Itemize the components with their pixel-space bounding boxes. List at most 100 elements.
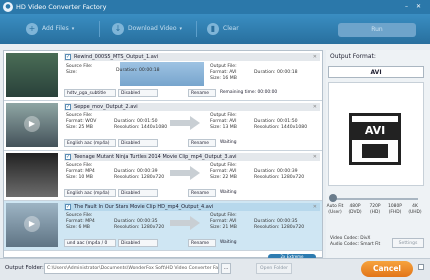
status-text: Waiting xyxy=(220,190,237,195)
download-icon: ↓ xyxy=(112,22,124,35)
output-details: Duration: 00:01:50 Resolution: 1440x1080 xyxy=(254,119,308,130)
rename-button[interactable]: Rename xyxy=(188,89,216,97)
toolbar-divider xyxy=(196,21,197,37)
file-name: Seppe_mov_Output_2.avi xyxy=(74,104,138,110)
source-details: Duration: 00:01:50 Resolution: 1440x1080 xyxy=(114,119,168,130)
codec-info: Video Codec: DivX Audio Codec: Smart Fit xyxy=(330,236,381,247)
output-format-panel: Output Format: AVI AVI Auto Fit (User) 4… xyxy=(326,50,430,258)
file-name: Rewind_000S5_MTS_Output_1.avi xyxy=(74,54,159,60)
convert-arrow-icon xyxy=(170,116,200,130)
avi-format-icon: AVI xyxy=(349,113,401,165)
output-folder-field[interactable]: C:\Users\Administrator\Documents\WonderF… xyxy=(44,263,219,274)
source-details: Duration: 00:00:39 Resolution: 1280x720 xyxy=(114,169,165,180)
rename-button[interactable]: Rename xyxy=(188,139,216,147)
video-thumbnail xyxy=(6,153,58,197)
subtitle-dropdown[interactable]: English aac (mp4a) xyxy=(64,189,116,197)
output-info: Output File: Format: AVI Size: 21 MB xyxy=(210,213,237,230)
add-files-button[interactable]: + Add Files ▾ xyxy=(26,21,74,37)
quality-tick-auto[interactable]: Auto Fit (User) xyxy=(326,204,344,216)
file-name: Teenage Mutant Ninja Turtles 2014 Movie … xyxy=(74,154,237,160)
list-item[interactable]: ▶ ✓ Seppe_mov_Output_2.avi ✕ Source File… xyxy=(4,101,322,151)
file-name-bar: ✓ The Fault In Our Stars Movie Clip HD_m… xyxy=(64,203,320,211)
source-info: Source File: Format: MP4 Size: 10 MB xyxy=(66,163,95,180)
conversion-progress xyxy=(120,62,204,86)
output-duration: Duration: 00:00:18 xyxy=(254,70,298,75)
quality-tick-480p[interactable]: 480P (DVD) xyxy=(346,204,364,216)
video-thumbnail xyxy=(6,53,58,97)
quality-tick-1080p[interactable]: 1080P (FHD) xyxy=(386,204,404,216)
convert-arrow-icon xyxy=(170,216,200,230)
toolbar-divider xyxy=(99,21,100,37)
add-file-icon: + xyxy=(26,22,38,35)
quality-tick-4k[interactable]: 4K (UHD) xyxy=(406,204,424,216)
video-thumbnail: ▶ xyxy=(6,103,58,147)
convert-arrow-icon xyxy=(170,166,200,180)
cancel-button[interactable]: Cancel xyxy=(361,261,413,277)
audio-dropdown[interactable]: Disabled xyxy=(118,239,158,247)
remove-icon[interactable]: ✕ xyxy=(313,53,317,61)
subtitle-dropdown[interactable]: und aac (mp4a / 0 xyxy=(64,239,116,247)
bottom-bar: Output Folder: C:\Users\Administrator\Do… xyxy=(0,258,430,280)
title-bar: ● HD Video Converter Factory – ✕ xyxy=(0,0,430,14)
item-checkbox[interactable]: ✓ xyxy=(65,54,71,60)
audio-dropdown[interactable]: Disabled xyxy=(118,189,158,197)
quality-slider[interactable] xyxy=(332,198,418,200)
output-folder-label: Output Folder: xyxy=(5,265,44,271)
file-name-bar: ✓ Rewind_000S5_MTS_Output_1.avi ✕ xyxy=(64,53,320,61)
output-info: Output File: Format: AVI Size: 13 MB xyxy=(210,113,237,130)
film-icon xyxy=(362,144,388,158)
minimize-icon[interactable]: – xyxy=(402,3,411,11)
quality-slider-handle[interactable] xyxy=(329,194,337,202)
file-name: The Fault In Our Stars Movie Clip HD_mp4… xyxy=(74,204,214,210)
open-folder-button[interactable]: Open Folder xyxy=(256,263,292,274)
close-icon[interactable]: ✕ xyxy=(414,3,423,11)
app-title: HD Video Converter Factory xyxy=(16,3,107,11)
play-icon[interactable]: ▶ xyxy=(24,216,40,232)
output-format-dropdown[interactable]: AVI xyxy=(328,66,424,78)
trash-icon: ▮ xyxy=(207,22,219,35)
output-details: Duration: 00:00:39 Resolution: 1280x720 xyxy=(254,169,305,180)
source-duration: Duration: 00:00:18 xyxy=(116,68,160,73)
item-checkbox[interactable]: ✓ xyxy=(65,154,71,160)
audio-dropdown[interactable]: Disabled xyxy=(118,139,158,147)
rename-button[interactable]: Rename xyxy=(188,239,216,247)
audio-dropdown[interactable]: Disabled xyxy=(118,89,158,97)
video-thumbnail: ▶ xyxy=(6,203,58,247)
source-details: Duration: 00:00:35 Resolution: 1280x720 xyxy=(114,219,165,230)
output-info: Output File: Format: AVI Size: 16 MB xyxy=(210,64,237,81)
format-preview[interactable]: AVI xyxy=(328,82,424,186)
output-details: Duration: 00:00:35 Resolution: 1280x720 xyxy=(254,219,305,230)
chevron-down-icon[interactable]: ▾ xyxy=(72,26,75,32)
browse-button[interactable]: ... xyxy=(221,263,231,274)
clear-button[interactable]: ▮ Clear xyxy=(207,21,239,37)
subtitle-dropdown[interactable]: hdtv_pga_subtitle xyxy=(64,89,116,97)
list-item[interactable]: ✓ Teenage Mutant Ninja Turtles 2014 Movi… xyxy=(4,151,322,201)
app-logo-icon: ● xyxy=(3,2,13,12)
list-item-selected[interactable]: ▶ ✓ The Fault In Our Stars Movie Clip HD… xyxy=(4,201,322,251)
status-text: Waiting xyxy=(220,140,237,145)
status-text: Waiting xyxy=(220,240,237,245)
file-name-bar: ✓ Teenage Mutant Ninja Turtles 2014 Movi… xyxy=(64,153,320,161)
item-checkbox[interactable]: ✓ xyxy=(65,204,71,210)
output-format-label: Output Format: xyxy=(330,53,376,60)
status-text: Remaining time: 00:00:00 xyxy=(220,90,278,95)
shutdown-checkbox[interactable] xyxy=(418,264,424,270)
settings-button[interactable]: Settings xyxy=(392,238,424,248)
run-button[interactable]: Run xyxy=(338,23,416,37)
play-icon[interactable]: ▶ xyxy=(24,116,40,132)
source-info: Source File: Format: MP4 Size: 6 MB xyxy=(66,213,95,230)
remove-icon[interactable]: ✕ xyxy=(313,203,317,211)
chevron-down-icon[interactable]: ▾ xyxy=(180,26,183,32)
file-name-bar: ✓ Seppe_mov_Output_2.avi ✕ xyxy=(64,103,320,111)
rename-button[interactable]: Rename xyxy=(188,189,216,197)
source-info: Source File: Size: xyxy=(66,64,93,75)
quality-tick-720p[interactable]: 720P (HD) xyxy=(366,204,384,216)
source-info: Source File: Format: WOV Size: 25 MB xyxy=(66,113,97,130)
subtitle-dropdown[interactable]: English aac (mp4a) xyxy=(64,139,116,147)
toolbar: + Add Files ▾ ↓ Download Video ▾ ▮ Clear Run xyxy=(0,14,430,44)
item-checkbox[interactable]: ✓ xyxy=(65,104,71,110)
remove-icon[interactable]: ✕ xyxy=(313,153,317,161)
remove-icon[interactable]: ✕ xyxy=(313,103,317,111)
download-video-button[interactable]: ↓ Download Video ▾ xyxy=(112,21,182,37)
list-item[interactable]: ✓ Rewind_000S5_MTS_Output_1.avi ✕ Source… xyxy=(4,51,322,101)
